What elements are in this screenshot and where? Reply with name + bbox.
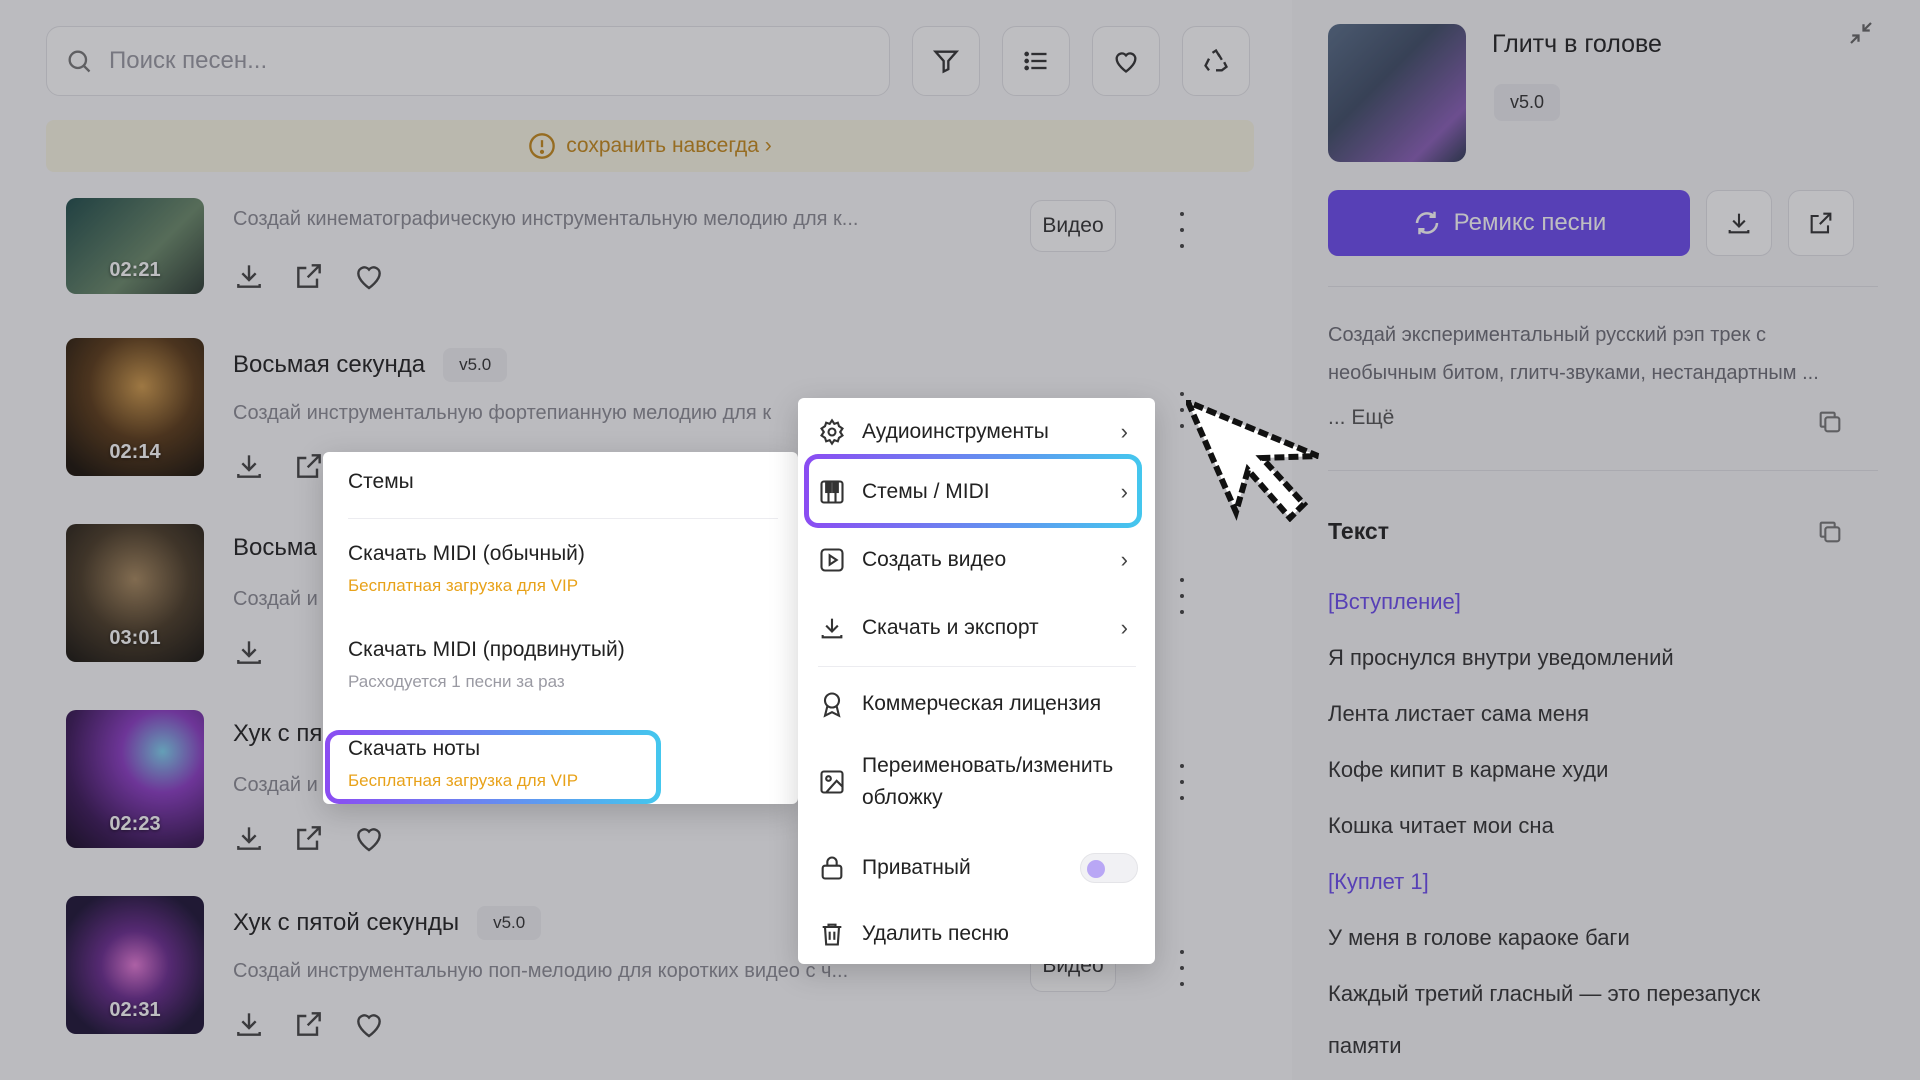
menu-item-note: Бесплатная загрузка для VIP <box>348 771 579 790</box>
chevron-right-icon: › <box>1120 479 1128 504</box>
chevron-right-icon: › <box>1120 419 1128 444</box>
menu-item-delete-song[interactable]: Удалить песню <box>818 914 1138 954</box>
mouse-cursor-icon <box>1186 400 1320 522</box>
image-icon <box>820 770 844 794</box>
award-icon <box>823 692 841 718</box>
menu-item-label: Скачать MIDI (обычный) <box>348 542 585 565</box>
download-icon <box>821 618 843 639</box>
menu-item-label: Переименовать/изменить обложку <box>862 754 1114 809</box>
menu-item-download-export[interactable]: Скачать и экспорт › <box>818 608 1138 648</box>
menu-item-note: Расходуется 1 песни за раз <box>348 672 565 691</box>
menu-item-private[interactable]: Приватный <box>818 848 1138 888</box>
menu-item-audio-tools[interactable]: Аудиоинструменты › <box>818 412 1138 452</box>
menu-item-label: Удалить песню <box>862 922 1009 945</box>
menu-item-label: Скачать и экспорт <box>862 616 1039 639</box>
trash-icon <box>822 923 842 946</box>
menu-item-commercial-license[interactable]: Коммерческая лицензия <box>818 684 1138 724</box>
piano-icon <box>820 480 844 504</box>
divider <box>348 518 778 519</box>
download-midi-advanced-item[interactable]: Скачать MIDI (продвинутый) Расходуется 1… <box>348 638 625 692</box>
menu-item-label: Аудиоинструменты <box>862 420 1049 443</box>
song-context-menu: Аудиоинструменты › Стемы / MIDI › Создат… <box>798 398 1155 964</box>
play-video-icon <box>820 548 844 572</box>
menu-item-label: Стемы / MIDI <box>862 480 990 503</box>
download-midi-basic-item[interactable]: Скачать MIDI (обычный) Бесплатная загруз… <box>348 542 585 596</box>
stems-midi-submenu: Стемы Скачать MIDI (обычный) Бесплатная … <box>323 452 798 804</box>
menu-item-label: Коммерческая лицензия <box>862 692 1102 715</box>
menu-item-note: Бесплатная загрузка для VIP <box>348 576 579 595</box>
menu-item-stems-midi[interactable]: Стемы / MIDI › <box>818 472 1138 512</box>
gear-icon <box>820 418 844 446</box>
submenu-heading: Стемы <box>348 470 414 493</box>
lock-icon <box>821 856 843 880</box>
divider <box>818 666 1136 667</box>
private-toggle[interactable] <box>1080 853 1138 883</box>
chevron-right-icon: › <box>1120 615 1128 640</box>
menu-item-label: Приватный <box>862 856 971 879</box>
menu-item-label: Скачать ноты <box>348 737 481 760</box>
chevron-right-icon: › <box>1120 547 1128 572</box>
download-sheet-music-item[interactable]: Скачать ноты Бесплатная загрузка для VIP <box>348 737 578 791</box>
menu-item-label: Скачать MIDI (продвинутый) <box>348 638 625 661</box>
menu-item-label: Создать видео <box>862 548 1007 571</box>
menu-item-rename-cover[interactable]: Переименовать/изменить обложку <box>818 748 1138 816</box>
menu-item-create-video[interactable]: Создать видео › <box>818 540 1138 580</box>
